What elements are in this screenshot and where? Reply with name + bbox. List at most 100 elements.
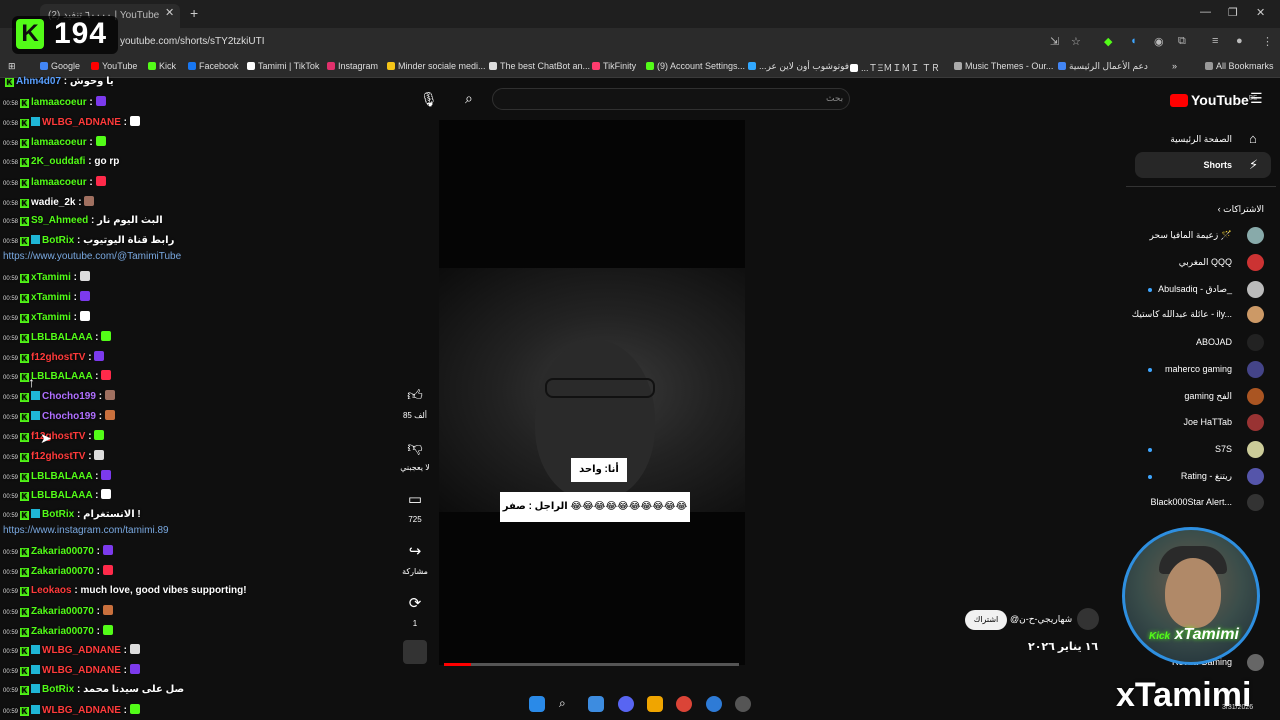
microphone-icon[interactable]: 🎙 — [420, 91, 438, 108]
bookmark-chatbot[interactable]: The best ChatBot an... — [489, 61, 590, 71]
channel-avatar[interactable] — [1247, 441, 1264, 458]
channel-avatar[interactable] — [1247, 306, 1264, 323]
channel-avatar[interactable] — [1247, 334, 1264, 351]
subscription-item[interactable]: gaming الفح — [1184, 391, 1232, 402]
chat-username[interactable]: Zakaria00070 — [31, 626, 94, 637]
channel-avatar[interactable] — [1247, 414, 1264, 431]
bookmark-account-settings[interactable]: (9) Account Settings... — [646, 61, 745, 71]
bookmark-minder[interactable]: Minder sociale medi... — [387, 61, 486, 71]
comments-button[interactable]: ▭ 725 — [400, 485, 430, 524]
subscription-item[interactable]: maherco gaming — [1165, 364, 1232, 374]
channel-avatar[interactable] — [1247, 468, 1264, 485]
like-button[interactable]: 👍︎ 85 ألف — [400, 381, 430, 420]
search-icon[interactable]: ⌕ — [465, 90, 473, 107]
chat-username[interactable]: Zakaria00070 — [31, 566, 94, 577]
chat-username[interactable]: LBLBALAAA — [31, 371, 92, 382]
chat-username[interactable]: xTamimi — [31, 312, 71, 323]
sound-thumbnail[interactable] — [400, 640, 430, 664]
bookmark-photoshop[interactable]: ...فوتوشوب أون لاين عر — [748, 61, 849, 72]
channel-avatar[interactable] — [1247, 254, 1264, 271]
channel-avatar[interactable] — [1247, 654, 1264, 671]
subscription-item[interactable]: Rating - ريتنغ — [1181, 471, 1232, 482]
menu-dots-icon[interactable]: ⋮ — [1262, 35, 1273, 48]
dislike-button[interactable]: 👎︎ لا يعجبني — [400, 433, 430, 472]
channel-handle[interactable]: @شهاريجي-ح-ن — [1010, 614, 1072, 625]
media-icon[interactable]: ≡ — [1212, 35, 1218, 47]
chat-username[interactable]: f12ghostTV — [31, 352, 85, 363]
close-tab-icon[interactable]: ✕ — [165, 6, 174, 19]
sidebar-item-shorts[interactable]: Shorts — [1203, 160, 1232, 170]
search-input[interactable] — [492, 88, 850, 110]
folder-icon[interactable] — [647, 696, 663, 712]
chat-username[interactable]: LBLBALAAA — [31, 471, 92, 482]
chat-username[interactable]: lamaacoeur — [31, 177, 87, 188]
chat-username[interactable]: f12ghostTV — [31, 451, 85, 462]
url-field[interactable]: youtube.com/shorts/sTY2tzkiUTI — [120, 33, 1050, 51]
chat-username[interactable]: Zakaria00070 — [31, 546, 94, 557]
app-icon[interactable] — [706, 696, 722, 712]
search-taskbar-icon[interactable]: ⌕ — [559, 696, 575, 712]
close-window-icon[interactable]: ✕ — [1256, 6, 1265, 19]
extension-icon[interactable]: ◉ — [1154, 35, 1164, 48]
all-bookmarks[interactable]: All Bookmarks — [1205, 61, 1274, 71]
sidebar-item-home[interactable]: الصفحة الرئيسية — [1170, 134, 1232, 145]
channel-avatar[interactable] — [1247, 494, 1264, 511]
extension-icon[interactable]: ◖ — [1130, 35, 1137, 47]
chat-username[interactable]: BotRix — [42, 509, 74, 520]
bookmark-music-themes[interactable]: Music Themes - Our... — [954, 61, 1053, 71]
subscriptions-title[interactable]: ‹ الاشتراكات — [1218, 204, 1264, 215]
remix-button[interactable]: ⟳ 1 — [400, 589, 430, 628]
apps-icon[interactable]: ⊞ — [8, 61, 16, 72]
subscribe-button[interactable]: اشتراك — [965, 610, 1007, 630]
bookmark-business[interactable]: دعم الأعمال الرئيسية — [1058, 61, 1148, 72]
minimize-icon[interactable]: — — [1200, 6, 1211, 18]
more-bookmarks-icon[interactable]: » — [1172, 61, 1177, 71]
channel-avatar[interactable] — [1247, 361, 1264, 378]
bookmark-tiktok[interactable]: Tamimi | TikTok — [247, 61, 319, 71]
bookmark-instagram[interactable]: Instagram — [327, 61, 378, 71]
subscription-item[interactable]: ABOJAD — [1196, 337, 1232, 347]
youtube-link[interactable]: https://www.youtube.com/@TamimiTube — [3, 251, 181, 262]
subscription-item[interactable]: S7S — [1215, 444, 1232, 454]
chat-username[interactable]: Ahm4d07 — [16, 76, 61, 87]
chat-username[interactable]: WLBG_ADNANE — [42, 645, 121, 656]
start-icon[interactable] — [529, 696, 545, 712]
chat-username[interactable]: 2K_ouddafi — [31, 156, 85, 167]
chat-username[interactable]: LBLBALAAA — [31, 490, 92, 501]
scroll-up-icon[interactable]: ↑ — [28, 374, 35, 390]
chat-username[interactable]: Chocho199 — [42, 391, 96, 402]
chat-username[interactable]: S9_Ahmeed — [31, 215, 88, 226]
chat-username[interactable]: wadie_2k — [31, 197, 75, 208]
chat-username[interactable]: lamaacoeur — [31, 97, 87, 108]
instagram-link[interactable]: https://www.instagram.com/tamimi.89 — [3, 525, 169, 536]
share-button[interactable]: ↪ مشاركة — [400, 537, 430, 576]
bookmark-x[interactable]: ...ＴΞＭＩＭＩ ＴＲ — [850, 61, 940, 74]
chat-username[interactable]: WLBG_ADNANE — [42, 705, 121, 716]
profile-icon[interactable]: ● — [1236, 35, 1243, 47]
bookmark-kick[interactable]: Kick — [148, 61, 176, 71]
channel-avatar[interactable] — [1247, 227, 1264, 244]
chat-username[interactable]: xTamimi — [31, 272, 71, 283]
chat-username[interactable]: BotRix — [42, 684, 74, 695]
subscription-item[interactable]: عائلة عبدالله كاستيك - ily... — [1132, 309, 1232, 320]
subscription-item[interactable]: المغربي QQQ — [1179, 257, 1232, 268]
chat-username[interactable]: lamaacoeur — [31, 137, 87, 148]
bookmark-youtube[interactable]: YouTube — [91, 61, 137, 71]
chat-username[interactable]: Leokaos — [31, 585, 72, 596]
install-icon[interactable]: ⇲ — [1050, 35, 1059, 48]
app-icon[interactable] — [735, 696, 751, 712]
chat-username[interactable]: xTamimi — [31, 292, 71, 303]
chat-username[interactable]: BotRix — [42, 235, 74, 246]
subscription-item[interactable]: Joe HaTTab — [1183, 417, 1232, 427]
chrome-icon[interactable] — [676, 696, 692, 712]
chat-username[interactable]: WLBG_ADNANE — [42, 665, 121, 676]
subscription-item[interactable]: Abulsadiq - صادق_ — [1158, 284, 1232, 295]
channel-avatar[interactable] — [1247, 281, 1264, 298]
extension-icon[interactable]: ◆ — [1104, 35, 1112, 48]
video-progress-bar[interactable] — [444, 663, 739, 666]
subscription-item[interactable]: Black000Star Alert... — [1150, 497, 1232, 507]
bookmark-google[interactable]: Google — [40, 61, 80, 71]
puzzle-icon[interactable]: ⧉ — [1178, 35, 1186, 48]
youtube-logo[interactable]: YouTubeBE — [1170, 92, 1257, 108]
hamburger-menu-icon[interactable]: ☰ — [1250, 90, 1263, 107]
